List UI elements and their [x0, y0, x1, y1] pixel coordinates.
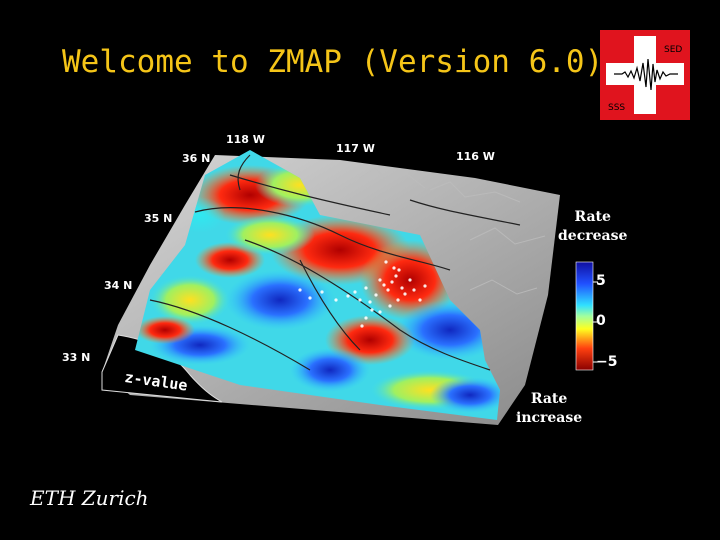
lon-label-118w: 118 W [226, 133, 265, 146]
rate-increase-label: Rate increase [516, 391, 583, 426]
lat-label-35n: 35 N [144, 212, 173, 225]
zmap-3d-rate-map [101, 150, 598, 425]
lat-label-36n: 36 N [182, 152, 211, 165]
colorbar-tick-minus5: −5 [596, 354, 618, 370]
footer-institution: ETH Zurich [30, 486, 149, 510]
lon-label-116w: 116 W [456, 150, 495, 163]
lat-label-33n: 33 N [62, 351, 91, 364]
colorbar-tick-5: 5 [596, 273, 606, 289]
rate-decrease-label: Rate decrease [558, 209, 628, 244]
colorbar [575, 261, 594, 371]
colorbar-tick-0: 0 [596, 313, 606, 329]
lon-label-117w: 117 W [336, 142, 375, 155]
lat-label-34n: 34 N [104, 279, 133, 292]
